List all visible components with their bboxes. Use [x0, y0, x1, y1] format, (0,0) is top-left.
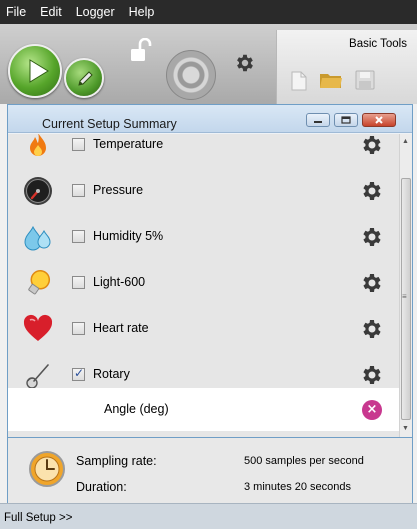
pressure-checkbox[interactable]	[72, 184, 85, 197]
gauge-icon	[24, 177, 52, 205]
play-icon	[29, 59, 49, 83]
record-button[interactable]	[166, 50, 216, 100]
sensor-label: Humidity 5%	[93, 229, 164, 243]
sampling-rate-label: Sampling rate:	[76, 454, 157, 468]
water-drops-icon	[24, 225, 51, 251]
gear-icon[interactable]	[360, 134, 384, 157]
gear-icon[interactable]	[360, 179, 384, 203]
clock-icon[interactable]	[28, 450, 66, 488]
temperature-checkbox[interactable]	[72, 138, 85, 151]
setup-summary-panel: Current Setup Summary Temperature Pressu…	[7, 104, 413, 438]
duration-label: Duration:	[76, 480, 127, 494]
sensor-row-heart-rate: Heart rate	[8, 306, 399, 352]
minimize-button[interactable]	[306, 113, 330, 127]
sensor-list: Temperature Pressure Humidity 5% Light-6…	[8, 134, 399, 437]
restore-icon	[341, 116, 351, 124]
close-icon: ×	[366, 402, 378, 417]
sensor-label: Pressure	[93, 183, 144, 197]
scroll-grip-icon: ≡	[402, 292, 407, 301]
toolbar: Basic Tools	[0, 24, 417, 104]
rotary-sensor-icon	[26, 364, 49, 389]
menu-file[interactable]: File	[6, 5, 26, 19]
basic-tools-label: Basic Tools	[349, 38, 407, 50]
sensor-row-pressure: Pressure	[8, 168, 399, 214]
minimize-icon	[314, 121, 322, 123]
full-setup-link[interactable]: Full Setup >>	[4, 512, 72, 524]
light-bulb-icon	[28, 269, 51, 295]
menu-bar: File Edit Logger Help	[0, 0, 417, 24]
restore-button[interactable]	[334, 113, 358, 127]
sensor-row-temperature: Temperature	[8, 134, 399, 168]
save-icon[interactable]	[355, 70, 375, 90]
unlock-icon[interactable]	[128, 38, 154, 64]
flame-icon	[30, 134, 46, 156]
menu-help[interactable]: Help	[129, 5, 155, 19]
remove-measurement-button[interactable]: ×	[362, 400, 382, 420]
sampling-summary: Sampling rate: 500 samples per second Du…	[7, 438, 413, 503]
edit-button[interactable]	[64, 58, 104, 98]
close-button[interactable]	[362, 113, 396, 127]
duration-value: 3 minutes 20 seconds	[244, 481, 352, 493]
scroll-up-icon[interactable]: ▲	[402, 138, 409, 145]
open-folder-icon[interactable]	[319, 70, 343, 90]
menu-logger[interactable]: Logger	[76, 5, 115, 19]
sensor-row-humidity: Humidity 5%	[8, 214, 399, 260]
scroll-down-icon[interactable]: ▼	[402, 425, 409, 432]
panel-title-bar: Current Setup Summary	[8, 105, 412, 133]
sampling-rate-value: 500 samples per second	[244, 455, 364, 467]
gear-icon[interactable]	[360, 363, 384, 387]
full-setup-bar[interactable]: Full Setup >>	[0, 503, 417, 529]
new-file-icon[interactable]	[289, 70, 309, 92]
light-checkbox[interactable]	[72, 276, 85, 289]
sensor-label: Rotary	[93, 367, 130, 381]
gear-icon[interactable]	[234, 52, 256, 74]
gear-icon[interactable]	[360, 317, 384, 341]
panel-title: Current Setup Summary	[42, 117, 177, 131]
humidity-checkbox[interactable]	[72, 230, 85, 243]
heart-rate-checkbox[interactable]	[72, 322, 85, 335]
pencil-icon	[78, 71, 93, 86]
menu-edit[interactable]: Edit	[40, 5, 62, 19]
sensor-label: Temperature	[93, 137, 164, 151]
gear-icon[interactable]	[360, 271, 384, 295]
sensor-label: Heart rate	[93, 321, 149, 335]
heart-icon	[23, 314, 53, 341]
basic-tools-panel: Basic Tools	[276, 30, 417, 104]
vertical-scrollbar[interactable]: ▲ ≡ ▼	[399, 134, 412, 437]
sensor-row-light: Light-600	[8, 260, 399, 306]
measurement-row: Angle (deg) ×	[8, 388, 399, 431]
measurement-label: Angle (deg)	[104, 402, 169, 416]
start-button[interactable]	[8, 44, 62, 98]
rotary-checkbox[interactable]	[72, 366, 85, 381]
gear-icon[interactable]	[360, 225, 384, 249]
sensor-label: Light-600	[93, 275, 146, 289]
close-icon	[375, 116, 383, 124]
